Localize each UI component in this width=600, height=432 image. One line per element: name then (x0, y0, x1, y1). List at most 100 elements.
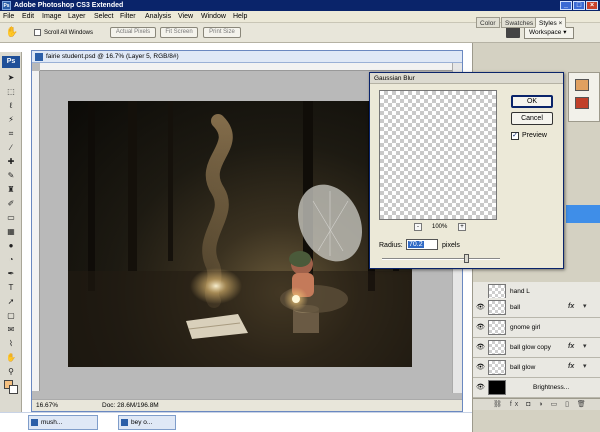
minimize-button[interactable]: _ (560, 1, 572, 10)
menu-help[interactable]: Help (233, 13, 247, 21)
ps-logo: Ps (2, 56, 20, 68)
menu-filter[interactable]: Filter (120, 13, 136, 21)
menu-edit[interactable]: Edit (22, 13, 34, 21)
eraser-tool-icon[interactable]: ▭ (5, 212, 17, 223)
zoom-out-button[interactable]: - (414, 223, 422, 231)
style-swatch[interactable] (575, 79, 589, 91)
layer-row[interactable]: 👁 Brightness... (473, 378, 600, 398)
move-tool-icon[interactable]: ➤ (5, 72, 17, 83)
close-button[interactable]: × (586, 1, 598, 10)
eye-icon[interactable]: 👁 (476, 383, 485, 392)
ok-button[interactable]: OK (511, 95, 553, 108)
document-icon (121, 419, 128, 426)
app-titlebar: Ps Adobe Photoshop CS3 Extended _ □ × (0, 0, 600, 11)
zoom-in-button[interactable]: + (458, 223, 466, 231)
tab-color[interactable]: Color (476, 17, 500, 28)
layer-row[interactable]: 👁 ball glow copy fx ▾ (473, 338, 600, 358)
fx-icon[interactable]: fx (568, 302, 574, 312)
pen-tool-icon[interactable]: ✒ (5, 268, 17, 279)
layer-thumbnail (488, 320, 506, 335)
maximize-button[interactable]: □ (573, 1, 585, 10)
shape-tool-icon[interactable]: ▢ (5, 310, 17, 321)
marquee-tool-icon[interactable]: ⬚ (5, 86, 17, 97)
dialog-titlebar[interactable]: Gaussian Blur (370, 73, 563, 84)
scroll-all-windows-checkbox[interactable] (34, 29, 41, 36)
zoom-tool-icon[interactable]: ⚲ (5, 366, 17, 377)
dodge-tool-icon[interactable]: ◔ (5, 254, 17, 265)
menu-select[interactable]: Select (94, 13, 113, 21)
menu-file[interactable]: File (3, 13, 14, 21)
healing-tool-icon[interactable]: ✚ (5, 156, 17, 167)
cancel-button[interactable]: Cancel (511, 112, 553, 125)
type-tool-icon[interactable]: T (5, 282, 17, 293)
visibility-off-icon[interactable] (476, 287, 485, 296)
layer-row[interactable]: 👁 ball fx ▾ (473, 298, 600, 318)
radius-label: Radius: (379, 242, 403, 249)
blur-tool-icon[interactable]: ● (5, 240, 17, 251)
vertical-ruler[interactable] (32, 71, 40, 391)
chevron-down-icon[interactable]: ▾ (583, 362, 587, 372)
selected-layer-highlight[interactable] (566, 205, 600, 223)
horizontal-ruler[interactable] (40, 63, 452, 71)
style-swatch[interactable] (575, 97, 589, 109)
adjustment-thumbnail (488, 380, 506, 395)
toolbox: Ps ➤ ⬚ ℓ ⚡ ⌗ ∕ ✚ ✎ ♜ ✐ ▭ ▦ ● ◔ ✒ T ➚ ▢ ✉… (0, 52, 22, 422)
slice-tool-icon[interactable]: ∕ (5, 142, 17, 153)
brush-tool-icon[interactable]: ✎ (5, 170, 17, 181)
eyedropper-tool-icon[interactable]: ⌇ (5, 338, 17, 349)
units-label: pixels (442, 242, 460, 249)
eye-icon[interactable]: 👁 (476, 323, 485, 332)
tab-swatches[interactable]: Swatches (501, 17, 538, 28)
document-icon (35, 53, 43, 61)
window-title: Adobe Photoshop CS3 Extended (14, 2, 124, 9)
fx-icon[interactable]: fx (568, 362, 574, 372)
image-canvas[interactable] (68, 101, 412, 367)
notes-tool-icon[interactable]: ✉ (5, 324, 17, 335)
chevron-down-icon[interactable]: ▾ (583, 302, 587, 312)
minimized-doc-mush[interactable]: mush... (28, 415, 98, 430)
preview-zoom-percent: 100% (432, 224, 448, 230)
minimized-doc-label: mush... (41, 419, 63, 426)
path-selection-tool-icon[interactable]: ➚ (5, 296, 17, 307)
menu-analysis[interactable]: Analysis (145, 13, 171, 21)
filter-preview[interactable] (379, 90, 497, 220)
document-titlebar[interactable]: fairie student.psd @ 16.7% (Layer 5, RGB… (32, 51, 462, 63)
chevron-down-icon[interactable]: ▾ (583, 342, 587, 352)
gradient-tool-icon[interactable]: ▦ (5, 226, 17, 237)
eye-icon[interactable]: 👁 (476, 363, 485, 372)
layers-panel-footer[interactable]: ⛓ fx ◘ ◑ ▭ ▯ 🗑 (473, 398, 600, 410)
menu-view[interactable]: View (178, 13, 193, 21)
menu-layer[interactable]: Layer (68, 13, 86, 21)
layer-row[interactable]: 👁 gnome girl (473, 318, 600, 338)
gaussian-blur-dialog: Gaussian Blur - 100% + OK Cancel ✓ Previ… (369, 72, 564, 269)
eye-icon[interactable]: 👁 (476, 343, 485, 352)
doc-size-info[interactable]: Doc: 28.6M/196.8M (102, 402, 159, 410)
hand-tool-side-icon[interactable]: ✋ (5, 352, 17, 363)
print-size-button[interactable]: Print Size (203, 27, 241, 38)
menu-image[interactable]: Image (42, 13, 61, 21)
background-color-swatch[interactable] (9, 385, 18, 394)
hand-tool-icon[interactable]: ✋ (4, 26, 20, 40)
actual-pixels-button[interactable]: Actual Pixels (110, 27, 156, 38)
radius-input[interactable]: 70.2 (406, 239, 438, 250)
preview-checkbox[interactable]: ✓ (511, 132, 519, 140)
layer-thumbnail (488, 284, 506, 299)
crop-tool-icon[interactable]: ⌗ (5, 128, 17, 139)
zoom-level[interactable]: 16.67% (36, 402, 58, 410)
radius-slider-thumb[interactable] (463, 254, 469, 263)
magic-wand-tool-icon[interactable]: ⚡ (5, 114, 17, 125)
layer-name: ball glow (510, 364, 536, 371)
tab-styles[interactable]: Styles × (535, 17, 567, 28)
fx-icon[interactable]: fx (568, 342, 574, 352)
minimized-doc-bey[interactable]: bey o... (118, 415, 176, 430)
menu-window[interactable]: Window (201, 13, 226, 21)
radius-slider-track[interactable] (382, 258, 500, 260)
eye-icon[interactable]: 👁 (476, 303, 485, 312)
clone-stamp-tool-icon[interactable]: ♜ (5, 184, 17, 195)
lasso-tool-icon[interactable]: ℓ (5, 100, 17, 111)
history-brush-tool-icon[interactable]: ✐ (5, 198, 17, 209)
photoshop-app-icon: Ps (2, 1, 11, 10)
layer-thumbnail (488, 360, 506, 375)
layer-row[interactable]: 👁 ball glow fx ▾ (473, 358, 600, 378)
fit-screen-button[interactable]: Fit Screen (160, 27, 198, 38)
